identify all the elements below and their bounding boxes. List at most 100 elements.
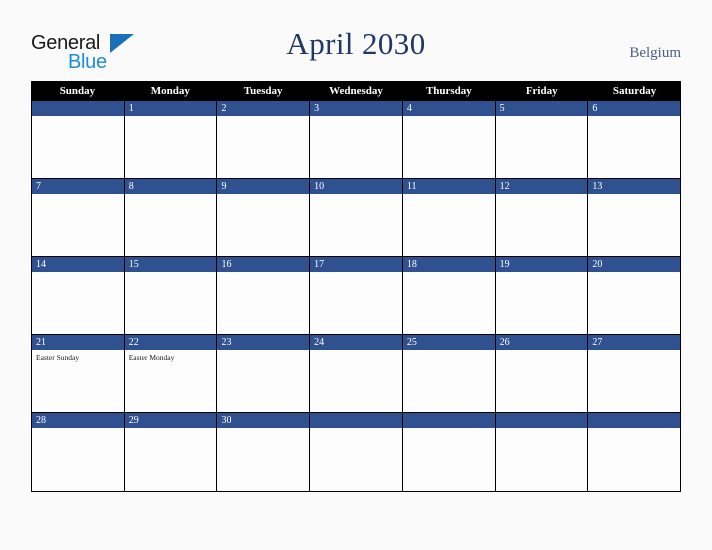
day-number: 5 (495, 101, 588, 116)
day-events (217, 194, 309, 256)
calendar-day-cell[interactable]: 19 (495, 257, 589, 334)
calendar-day-cell[interactable]: 21 Easter Sunday (32, 335, 125, 412)
day-events (125, 428, 217, 491)
day-events (588, 116, 680, 178)
calendar-day-cell[interactable]: 7 (32, 179, 125, 256)
day-of-week-tuesday: Tuesday (243, 85, 283, 97)
day-number: 11 (402, 179, 495, 194)
day-of-week-thursday: Thursday (425, 85, 472, 97)
calendar-day-cell[interactable]: 26 (495, 335, 589, 412)
calendar-week-row: 123456 (31, 101, 682, 179)
day-number: 23 (217, 335, 310, 350)
day-number: 12 (495, 179, 588, 194)
calendar-day-cell[interactable]: 23 (217, 335, 311, 412)
calendar-day-cell[interactable]: 20 (588, 257, 682, 334)
calendar-day-cell[interactable]: 1 (124, 101, 218, 178)
calendar-empty-day-cell[interactable] (310, 413, 403, 491)
day-number (495, 413, 588, 428)
day-events (310, 194, 402, 256)
calendar-day-cell[interactable]: 4 (402, 101, 496, 178)
calendar-day-cell[interactable]: 13 (588, 179, 682, 256)
day-number: 25 (402, 335, 495, 350)
calendar-day-cell[interactable]: 16 (217, 257, 311, 334)
calendar-empty-day-cell[interactable] (402, 413, 496, 491)
day-events: Easter Monday (125, 350, 217, 412)
day-events (310, 350, 402, 412)
day-events (403, 116, 495, 178)
calendar-empty-day-cell[interactable] (32, 101, 125, 178)
day-number: 24 (310, 335, 402, 350)
calendar-day-cell[interactable]: 10 (310, 179, 403, 256)
day-number (32, 101, 124, 116)
calendar-day-cell[interactable]: 3 (310, 101, 403, 178)
day-events (310, 116, 402, 178)
day-number: 1 (124, 101, 217, 116)
calendar-day-cell[interactable]: 27 (588, 335, 682, 412)
day-events (588, 194, 680, 256)
day-events (588, 428, 680, 491)
holiday-event-label: Easter Sunday (36, 353, 80, 362)
day-number (402, 413, 495, 428)
day-events (32, 194, 124, 256)
day-events (496, 428, 588, 491)
calendar-day-cell[interactable]: 28 (32, 413, 125, 491)
day-events (217, 116, 309, 178)
calendar-day-cell[interactable]: 18 (402, 257, 496, 334)
calendar-day-cell[interactable]: 14 (32, 257, 125, 334)
calendar-week-row: 21 Easter Sunday 22 Easter Monday 23 24 25 26 27 (31, 335, 682, 413)
day-events (217, 350, 309, 412)
day-number: 22 (124, 335, 217, 350)
day-number: 17 (310, 257, 402, 272)
day-events (217, 272, 309, 334)
calendar-day-cell[interactable]: 30 (217, 413, 311, 491)
day-number: 3 (310, 101, 402, 116)
day-number (310, 413, 402, 428)
calendar-week-row: 28 29 30 (31, 413, 682, 492)
day-number: 15 (124, 257, 217, 272)
calendar-day-cell[interactable]: 22 Easter Monday (124, 335, 218, 412)
calendar-day-cell[interactable]: 6 (588, 101, 682, 178)
day-number: 2 (217, 101, 310, 116)
calendar-day-cell[interactable]: 25 (402, 335, 496, 412)
day-of-week-wednesday: Wednesday (329, 85, 383, 97)
day-events (125, 272, 217, 334)
calendar-day-cell[interactable]: 11 (402, 179, 496, 256)
calendar-day-cell[interactable]: 2 (217, 101, 311, 178)
day-events (588, 272, 680, 334)
calendar-day-cell[interactable]: 8 (124, 179, 218, 256)
location-label: Belgium (629, 45, 681, 61)
day-events (496, 116, 588, 178)
page-header: General Blue April 2030 Belgium (0, 0, 712, 81)
day-events (310, 428, 402, 491)
day-events (496, 350, 588, 412)
day-number: 30 (217, 413, 310, 428)
day-number: 13 (588, 179, 681, 194)
day-number: 16 (217, 257, 310, 272)
calendar-day-cell[interactable]: 29 (124, 413, 218, 491)
day-events (403, 272, 495, 334)
calendar-empty-day-cell[interactable] (588, 413, 682, 491)
calendar-day-cell[interactable]: 9 (217, 179, 311, 256)
day-number: 27 (588, 335, 681, 350)
day-of-week-sunday: Sunday (59, 85, 96, 97)
calendar-week-row: 14 15 16 17 18 19 20 (31, 257, 682, 335)
day-number: 20 (588, 257, 681, 272)
day-events (403, 194, 495, 256)
calendar-day-cell[interactable]: 12 (495, 179, 589, 256)
holiday-event-label: Easter Monday (128, 353, 175, 362)
calendar-empty-day-cell[interactable] (495, 413, 589, 491)
day-events (310, 272, 402, 334)
calendar-day-cell[interactable]: 17 (310, 257, 403, 334)
calendar-day-cell[interactable]: 15 (124, 257, 218, 334)
calendar-week-row: 7 8 9 10 11 12 13 (31, 179, 682, 257)
day-events (496, 272, 588, 334)
calendar-day-cell[interactable]: 5 (495, 101, 589, 178)
day-number: 6 (588, 101, 681, 116)
day-events (125, 194, 217, 256)
calendar-grid: Sunday Monday Tuesday Wednesday Thursday… (31, 81, 682, 492)
day-events (588, 350, 680, 412)
day-of-week-saturday: Saturday (612, 85, 657, 97)
page-title: April 2030 (286, 26, 426, 61)
day-number: 9 (217, 179, 310, 194)
calendar-day-cell[interactable]: 24 (310, 335, 403, 412)
